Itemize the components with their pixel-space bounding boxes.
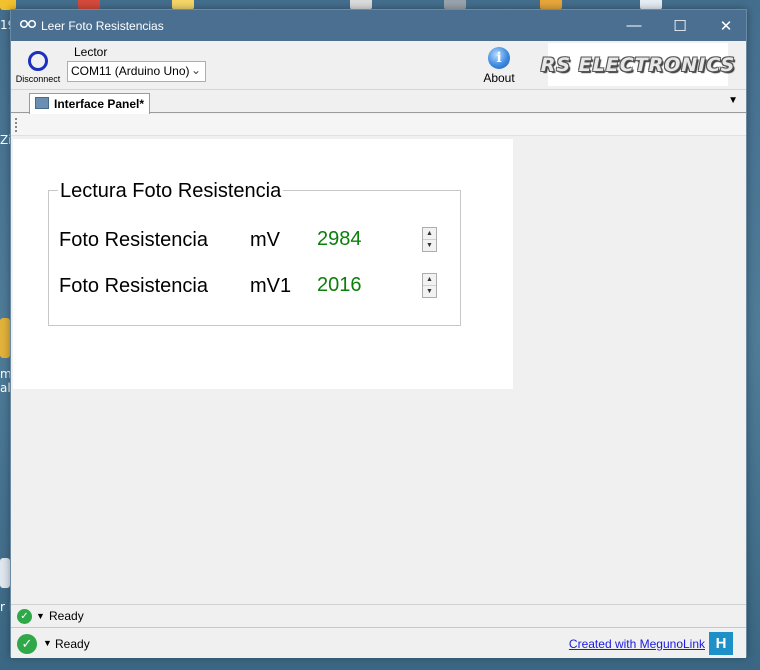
- reading-name: Foto Resistencia: [59, 229, 208, 251]
- desktop-icon[interactable]: [0, 558, 10, 588]
- port-select-value: COM11 (Arduino Uno): [71, 64, 190, 78]
- megunolink-credit-link[interactable]: Created with MegunoLink: [569, 637, 705, 651]
- tab-interface-panel[interactable]: Interface Panel*: [29, 93, 150, 114]
- spin-down-icon[interactable]: ▼: [423, 286, 436, 298]
- megunolink-logo-icon[interactable]: H: [709, 632, 733, 655]
- lector-label: Lector: [74, 45, 108, 59]
- tab-list-dropdown-icon[interactable]: ▼: [728, 95, 738, 106]
- about-button[interactable]: i About: [481, 47, 517, 87]
- tab-label: Interface Panel*: [54, 97, 145, 111]
- chevron-down-icon: ⌄: [190, 63, 201, 77]
- close-button[interactable]: ✕: [703, 10, 749, 41]
- reading-unit: mV1: [250, 275, 292, 297]
- app-status-text: Ready: [55, 637, 90, 651]
- reading-row: Foto Resistencia mV 2984 ▲ ▼: [49, 227, 460, 257]
- desktop-icon[interactable]: [0, 318, 10, 358]
- reading-value[interactable]: 2984: [317, 228, 362, 251]
- reading-row: Foto Resistencia mV1 2016 ▲ ▼: [49, 273, 460, 303]
- interface-panel: Lectura Foto Resistencia Foto Resistenci…: [13, 139, 513, 389]
- disconnect-label: Disconnect: [15, 74, 61, 84]
- tab-strip: Interface Panel* ▼: [11, 91, 746, 114]
- window-title: Leer Foto Resistencias: [41, 19, 164, 33]
- dropdown-arrow-icon[interactable]: ▼: [43, 638, 52, 648]
- check-icon: ✓: [17, 609, 32, 624]
- maximize-button[interactable]: ☐: [657, 10, 703, 41]
- spin-up-icon[interactable]: ▲: [423, 228, 436, 240]
- app-window: Leer Foto Resistencias — ☐ ✕ Disconnect …: [10, 9, 747, 658]
- value-spinner[interactable]: ▲ ▼: [422, 273, 437, 298]
- disconnect-button[interactable]: Disconnect: [15, 51, 61, 89]
- reading-group: Lectura Foto Resistencia Foto Resistenci…: [48, 180, 461, 326]
- about-label: About: [483, 71, 515, 85]
- app-status-bar: ✓ ▼ Ready Created with MegunoLink H: [11, 627, 746, 658]
- panel-area: Lectura Foto Resistencia Foto Resistenci…: [11, 136, 746, 604]
- toolbar-grip-icon[interactable]: [15, 118, 18, 132]
- main-toolbar: Disconnect Lector COM11 (Arduino Uno) ⌄ …: [11, 41, 746, 90]
- panel-status-text: Ready: [49, 609, 84, 623]
- port-select[interactable]: COM11 (Arduino Uno) ⌄: [67, 61, 206, 82]
- dropdown-arrow-icon[interactable]: ▼: [36, 611, 45, 621]
- disconnect-icon: [28, 51, 48, 71]
- app-icon: [20, 19, 36, 29]
- panel-toolbar: [11, 114, 746, 136]
- check-icon: ✓: [17, 634, 37, 654]
- spin-up-icon[interactable]: ▲: [423, 274, 436, 286]
- minimize-button[interactable]: —: [611, 10, 657, 41]
- panel-icon: [35, 97, 49, 109]
- reading-name: Foto Resistencia: [59, 275, 208, 297]
- title-bar[interactable]: Leer Foto Resistencias — ☐ ✕: [11, 10, 746, 41]
- brand-logo: RS ELECTRONICS: [541, 43, 734, 86]
- spin-down-icon[interactable]: ▼: [423, 240, 436, 252]
- reading-value[interactable]: 2016: [317, 274, 362, 297]
- group-title: Lectura Foto Resistencia: [58, 180, 284, 203]
- panel-status-bar: ✓ ▼ Ready: [11, 604, 746, 626]
- reading-unit: mV: [250, 229, 280, 251]
- info-icon: i: [488, 47, 510, 69]
- brand-logo-text: RS ELECTRONICS: [540, 53, 736, 76]
- value-spinner[interactable]: ▲ ▼: [422, 227, 437, 252]
